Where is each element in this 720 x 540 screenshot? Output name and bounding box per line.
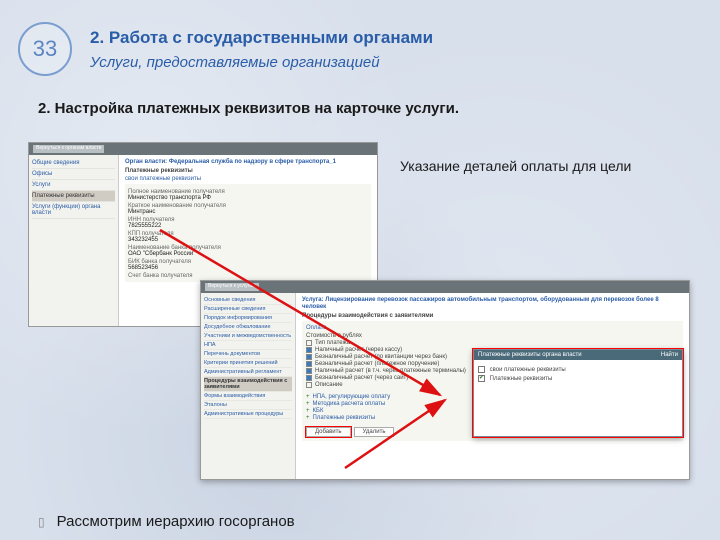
- slide-number-badge: 33: [18, 22, 72, 76]
- section-title: Платежные реквизиты: [125, 168, 371, 174]
- sidebar-item[interactable]: Досудебное обжалование: [204, 323, 292, 332]
- titles: 2. Работа с государственными органами Ус…: [90, 28, 433, 71]
- sidebar-item[interactable]: Услуги: [32, 180, 115, 191]
- sidebar-item[interactable]: Офисы: [32, 169, 115, 180]
- sidebar-item[interactable]: Общие сведения: [32, 158, 115, 169]
- popup-option-label: Платежные реквизиты: [490, 376, 553, 382]
- popup-option[interactable]: Платежные реквизиты: [478, 375, 678, 382]
- checkbox-icon[interactable]: [306, 375, 312, 381]
- service-title: Услуга: Лицензирование перевозок пассажи…: [302, 297, 683, 311]
- slide-title: 2. Работа с государственными органами: [90, 28, 433, 48]
- add-button[interactable]: Добавить: [306, 427, 351, 437]
- section-title: Процедуры взаимодействия с заявителями: [302, 313, 683, 319]
- fields-block: Полное наименование получателя Министерс…: [125, 184, 371, 282]
- slide-number: 33: [33, 36, 57, 62]
- check-label: Описание: [315, 382, 343, 388]
- check-label: Безналичный расчет (платежное поручение): [315, 361, 439, 367]
- add-link[interactable]: НПА, регулирующие оплату: [313, 394, 391, 400]
- sidebar-item[interactable]: Административный регламент: [204, 368, 292, 377]
- check-label: Наличный расчет (в т.ч. через платежные …: [315, 368, 466, 374]
- sidebar-item[interactable]: Критерии принятия решений: [204, 359, 292, 368]
- sidebar-item[interactable]: Формы взаимодействия: [204, 392, 292, 401]
- sidebar-item-selected[interactable]: Процедуры взаимодействия с заявителями: [204, 377, 292, 392]
- sidebar-item[interactable]: Услуги (функции) органа власти: [32, 202, 115, 219]
- footer-bullet: ▯ Рассмотрим иерархию госорганов: [38, 513, 295, 530]
- popup-option[interactable]: свои платежные реквизиты: [478, 366, 678, 373]
- field-value: Министерство транспорта РФ: [128, 195, 368, 201]
- back-button[interactable]: Вернуться к услугам: [205, 283, 259, 291]
- bullet-icon: ▯: [38, 515, 45, 529]
- checkbox-icon[interactable]: [306, 368, 312, 374]
- check-row: Тип платежа: [306, 340, 679, 346]
- field-value: ОАО "Сбербанк России": [128, 251, 368, 257]
- checkbox-icon[interactable]: [306, 340, 312, 346]
- sidebar-item[interactable]: Основные сведения: [204, 296, 292, 305]
- sidebar-item-selected[interactable]: Платежные реквизиты: [32, 191, 115, 202]
- cost-label: Стоимость в рублях: [306, 333, 679, 339]
- checkbox-icon[interactable]: [478, 375, 485, 382]
- add-link[interactable]: КБК: [313, 408, 324, 414]
- delete-button[interactable]: Удалить: [354, 427, 395, 437]
- popup-option-label: свои платежные реквизиты: [490, 367, 566, 373]
- check-label: Безналичный расчет (через сайт): [315, 375, 408, 381]
- footer-text: Рассмотрим иерархию госорганов: [57, 513, 295, 530]
- sidebar-item[interactable]: Эталоны: [204, 401, 292, 410]
- window-toolbar: Вернуться к органам власти: [29, 143, 377, 155]
- sidebar-item[interactable]: Порядок информирования: [204, 314, 292, 323]
- sidebar: Основные сведения Расширенные сведения П…: [201, 293, 296, 479]
- add-icon[interactable]: +: [306, 401, 310, 407]
- checkbox-icon[interactable]: [478, 366, 485, 373]
- add-link[interactable]: Методика расчета оплаты: [313, 401, 386, 407]
- sidebar-item[interactable]: Административные процедуры: [204, 410, 292, 419]
- popup-body: свои платежные реквизиты Платежные рекви…: [474, 360, 682, 388]
- field-value: 7825555222: [128, 223, 368, 229]
- subsection-link[interactable]: свои платежные реквизиты: [125, 176, 371, 182]
- sidebar-item[interactable]: Участники и межведомственность: [204, 332, 292, 341]
- payment-requisites-popup: Платежные реквизиты органа власти Найти …: [473, 349, 683, 437]
- field-value: Минтранс: [128, 209, 368, 215]
- checkbox-icon[interactable]: [306, 382, 312, 388]
- add-icon[interactable]: +: [306, 415, 310, 421]
- caption-text: Указание деталей оплаты для цели: [400, 158, 631, 174]
- add-icon[interactable]: +: [306, 408, 310, 414]
- popup-search[interactable]: Найти: [661, 352, 678, 358]
- sidebar-item[interactable]: Перечень документов: [204, 350, 292, 359]
- sidebar-item[interactable]: НПА: [204, 341, 292, 350]
- check-label: Тип платежа: [315, 340, 350, 346]
- field-value: 343232455: [128, 237, 368, 243]
- section-heading: 2. Настройка платежных реквизитов на кар…: [38, 100, 459, 117]
- checkbox-icon[interactable]: [306, 347, 312, 353]
- window-toolbar: Вернуться к услугам: [201, 281, 689, 293]
- popup-title: Платежные реквизиты органа власти: [478, 352, 582, 358]
- popup-header: Платежные реквизиты органа власти Найти: [474, 350, 682, 360]
- field-label: Счет банка получателя: [128, 273, 368, 279]
- checkbox-icon[interactable]: [306, 361, 312, 367]
- subsection-title: Оплата: [306, 325, 679, 331]
- add-link[interactable]: Платежные реквизиты: [313, 415, 376, 421]
- add-icon[interactable]: +: [306, 394, 310, 400]
- back-button[interactable]: Вернуться к органам власти: [33, 145, 104, 153]
- org-title: Орган власти: Федеральная служба по надз…: [125, 159, 371, 165]
- slide-subtitle: Услуги, предоставляемые организацией: [90, 54, 433, 71]
- field-value: 568523456: [128, 265, 368, 271]
- main-panel: Услуга: Лицензирование перевозок пассажи…: [296, 293, 689, 479]
- screenshot-procedures: Вернуться к услугам Основные сведения Ра…: [200, 280, 690, 480]
- check-label: Наличный расчет (через кассу): [315, 347, 402, 353]
- slide-header: 33 2. Работа с государственными органами…: [18, 28, 433, 76]
- sidebar: Общие сведения Офисы Услуги Платежные ре…: [29, 155, 119, 326]
- sidebar-item[interactable]: Расширенные сведения: [204, 305, 292, 314]
- checkbox-icon[interactable]: [306, 354, 312, 360]
- check-label: Безналичный расчет (по квитанции через б…: [315, 354, 447, 360]
